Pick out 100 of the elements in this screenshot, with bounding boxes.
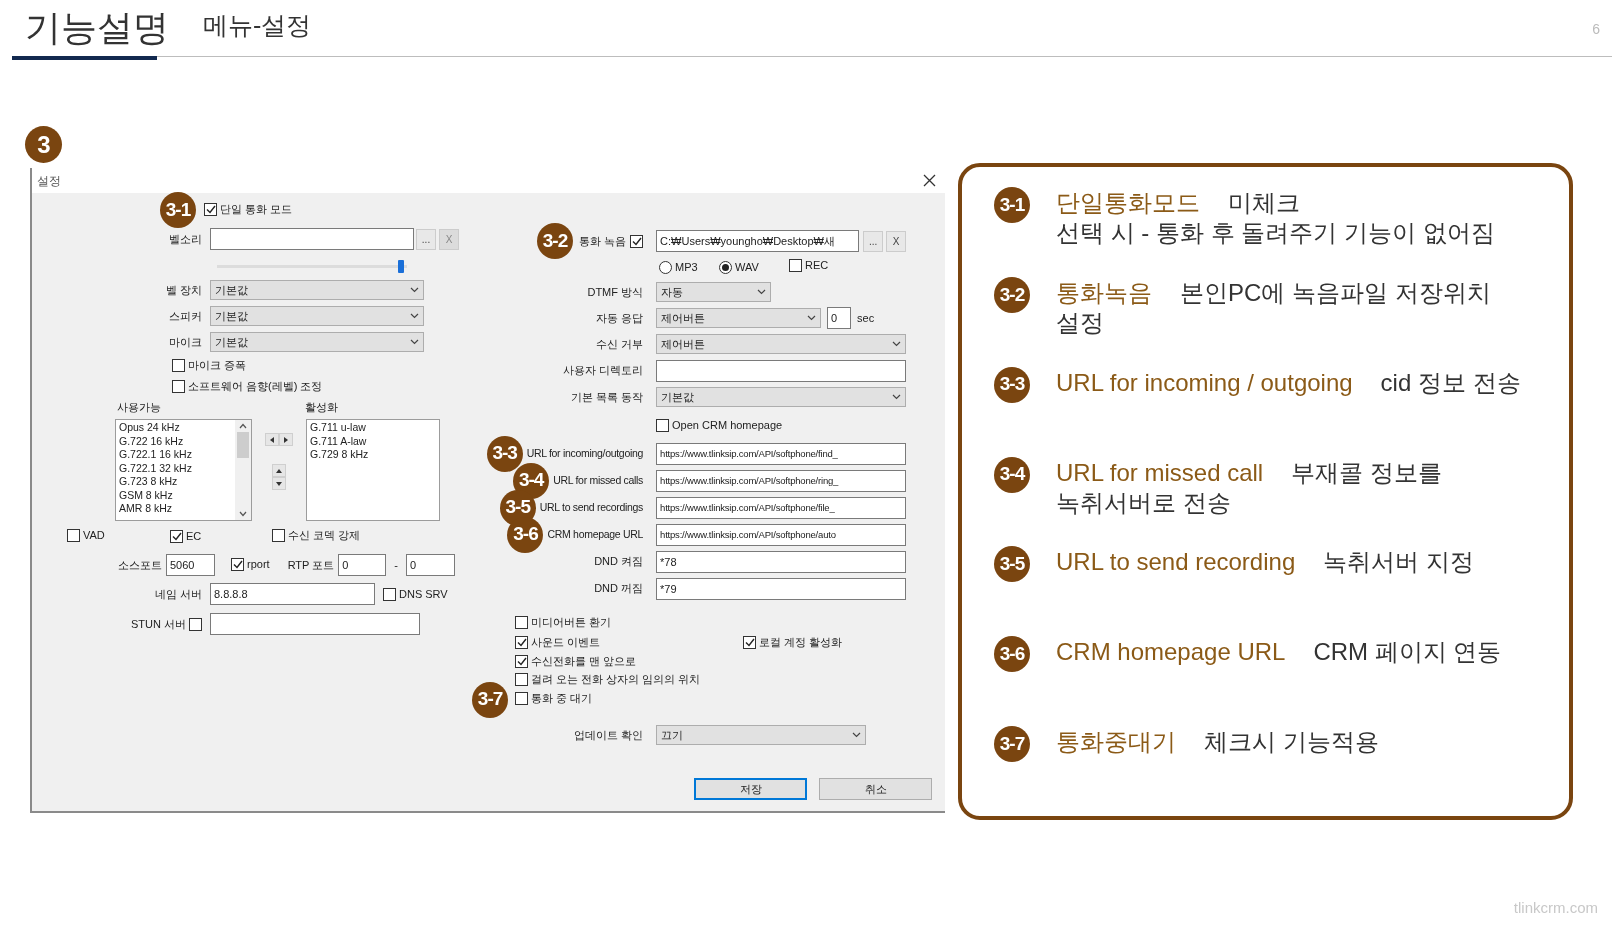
step-badge: 3-3 [994, 366, 1030, 403]
checkbox[interactable] [515, 654, 529, 668]
checkbox[interactable] [67, 529, 80, 543]
checkbox-label: DNS SRV [399, 586, 448, 602]
field-label: 네임 서버 [154, 586, 202, 602]
step-badge: 3-4 [994, 456, 1030, 493]
list-item[interactable]: G.722.1 16 kHz [119, 448, 235, 462]
small-button[interactable]: ... [416, 228, 436, 250]
close-icon[interactable] [923, 174, 936, 187]
checkbox[interactable] [515, 615, 529, 629]
checkbox[interactable] [272, 529, 285, 543]
list-item[interactable]: G.729 8 kHz [310, 448, 439, 462]
text-field[interactable]: C:₩Users₩youngho₩Desktop₩새 [656, 230, 860, 252]
text-field[interactable]: https://www.tlinksip.com/API/softphone/auto [656, 523, 907, 546]
field-label: CRM homepage URL [547, 526, 644, 542]
text-field[interactable]: https://www.tlinksip.com/API/softphone/file_ [656, 496, 907, 519]
field-label: 기본 목록 동작 [570, 389, 644, 405]
text-field[interactable]: 8.8.8.8 [210, 583, 375, 605]
checkbox[interactable] [743, 635, 757, 649]
text-field[interactable]: 0 [827, 307, 852, 329]
chevron-down-icon [807, 315, 817, 321]
dialog-button[interactable]: 저장 [694, 778, 808, 800]
dialog-button[interactable]: 취소 [819, 778, 933, 800]
checkbox[interactable] [170, 530, 183, 544]
checkbox[interactable] [383, 587, 396, 601]
field-label: 벨 장치 [165, 282, 202, 298]
checkbox[interactable] [656, 418, 670, 432]
chevron-down-icon [410, 339, 419, 345]
field-label: 수신 거부 [596, 336, 644, 352]
field-label: DND 켜짐 [594, 554, 644, 570]
dropdown[interactable]: 제어버튼 [656, 308, 822, 328]
volume-slider[interactable] [214, 259, 410, 273]
dropdown[interactable]: 끄기 [656, 725, 867, 745]
text-field[interactable] [210, 228, 414, 250]
note-title: URL for missed call [1056, 457, 1264, 488]
checkbox[interactable] [515, 635, 529, 649]
chevron-down-icon [410, 313, 419, 319]
dropdown[interactable]: 기본값 [210, 306, 424, 326]
list-item[interactable]: G.711 A-law [310, 434, 439, 448]
arrow-right-button[interactable] [279, 433, 293, 446]
scrollbar[interactable] [235, 420, 251, 520]
dropdown[interactable]: 제어버튼 [656, 334, 907, 354]
list-item[interactable]: G.711 u-law [310, 421, 439, 435]
checkbox[interactable] [172, 380, 185, 393]
step-badge: 3-1 [994, 187, 1030, 223]
field-label: 업데이트 확인 [574, 727, 644, 743]
small-button[interactable]: ... [863, 230, 884, 252]
checkbox[interactable] [630, 234, 644, 248]
text-field[interactable]: *79 [656, 577, 907, 600]
triangle-down-icon [275, 479, 283, 488]
list-item[interactable]: AMR 8 kHz [119, 502, 235, 516]
list-item[interactable]: G.723 8 kHz [119, 475, 235, 489]
field-label: URL to send recordings [539, 499, 644, 515]
checkbox[interactable] [189, 617, 202, 631]
dropdown[interactable]: 기본값 [210, 332, 424, 352]
arrow-left-button[interactable] [265, 433, 279, 446]
text-field[interactable]: 0 [405, 554, 455, 576]
note-title: URL to send recording [1056, 547, 1296, 578]
dropdown[interactable]: 자동 [656, 282, 772, 302]
checkbox-label: 통화 중 대기 [531, 690, 593, 706]
list-item[interactable]: G.722.1 32 kHz [119, 461, 235, 475]
radio-button[interactable] [719, 260, 733, 274]
unit-label: sec [857, 310, 875, 326]
checkbox-label: REC [805, 258, 829, 274]
field-label: 통화 녹음 [579, 233, 627, 249]
checkbox-label: Open CRM homepage [672, 417, 783, 433]
note-text: cid 정보 전송 [1380, 367, 1521, 398]
text-field[interactable]: *78 [656, 550, 907, 573]
radio-button[interactable] [659, 260, 673, 274]
arrow-up-button[interactable] [272, 464, 286, 477]
note-text: 부재콜 정보를 [1291, 457, 1442, 488]
chevron-up-icon [239, 423, 247, 429]
step-badge: 3-4 [513, 462, 550, 499]
dropdown[interactable]: 기본값 [656, 387, 907, 407]
text-field[interactable] [656, 359, 907, 382]
text-field[interactable]: 0 [338, 554, 387, 576]
field-label: RTP 포트 [287, 557, 335, 573]
text-field[interactable]: https://www.tlinksip.com/API/softphone/ring_ [656, 469, 907, 492]
list-item[interactable]: Opus 24 kHz [119, 421, 235, 435]
small-button[interactable]: X [886, 230, 907, 252]
step-badge: 3-2 [537, 223, 573, 259]
checkbox[interactable] [172, 359, 185, 372]
list-item[interactable]: GSM 8 kHz [119, 488, 235, 502]
note-title: CRM homepage URL [1056, 637, 1286, 668]
checkbox-label: 수신전화를 맨 앞으로 [531, 653, 637, 669]
text-field[interactable]: https://www.tlinksip.com/API/softphone/find_ [656, 442, 907, 465]
checkbox[interactable] [515, 691, 529, 705]
text-field[interactable]: 5060 [166, 554, 215, 576]
checkbox[interactable] [231, 558, 244, 572]
text-field[interactable] [210, 613, 420, 635]
list-item[interactable]: G.722 16 kHz [119, 434, 235, 448]
dropdown[interactable]: 기본값 [210, 280, 424, 300]
scrollbar-thumb[interactable] [237, 432, 249, 458]
checkbox[interactable] [515, 672, 529, 686]
checkbox-label: 사운드 이벤트 [531, 634, 601, 650]
note-text: 선택 시 - 통화 후 돌려주기 기능이 없어짐 [1056, 218, 1495, 248]
slider-thumb[interactable] [398, 259, 405, 273]
arrow-down-button[interactable] [272, 477, 286, 490]
checkbox[interactable] [204, 203, 217, 217]
checkbox[interactable] [789, 259, 803, 273]
